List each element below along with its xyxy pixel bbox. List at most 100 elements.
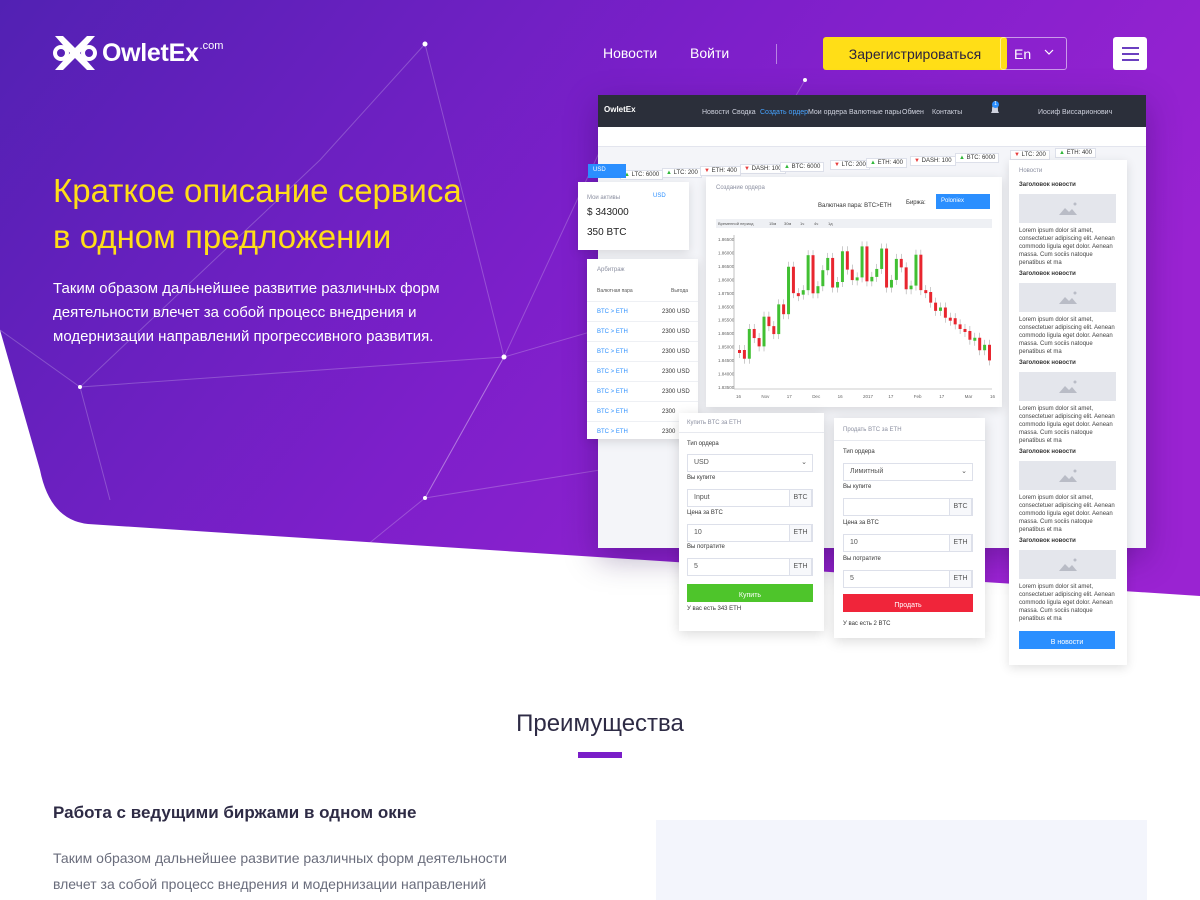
period-tab[interactable]: 1ч: [800, 221, 804, 226]
sell-spend-input[interactable]: 5 ETH: [843, 570, 973, 588]
candle: [889, 279, 893, 288]
mock-nav-item[interactable]: Контакты: [932, 109, 962, 116]
language-value: En: [1014, 46, 1032, 62]
arbitrage-row[interactable]: BTC > ETH 2300 USD: [587, 361, 698, 381]
ticker-item[interactable]: ▲ BTC: 6000: [780, 162, 825, 172]
sell-amount-input[interactable]: BTC: [843, 498, 973, 516]
mock-topbar: OwletEx Новости Сводка Создать ордер Мои…: [598, 95, 1146, 127]
mock-nav-item[interactable]: Мои ордера: [808, 109, 847, 116]
period-tab[interactable]: 4ч: [814, 221, 818, 226]
mock-nav-item[interactable]: Новости: [702, 109, 729, 116]
arrow-down-icon: ▼: [1014, 152, 1022, 158]
ticker-label: LTC: 200: [841, 162, 866, 168]
buy-spend-input[interactable]: 5 ETH: [687, 558, 813, 576]
news-text: Lorem ipsum dolor sit amet, consectetuer…: [1019, 406, 1115, 444]
register-button[interactable]: Зарегистрироваться: [823, 37, 1007, 70]
arrow-up-icon: ▲: [666, 170, 674, 176]
period-tabs: Временной период 15м 30м 1ч 4ч 1д: [716, 219, 992, 228]
landing-page: OwletEx .com Новости Войти Зарегистриров…: [0, 0, 1200, 900]
candle: [885, 248, 889, 288]
buy-price-unit: ETH: [789, 524, 812, 542]
arbitrage-title: Арбитраж: [597, 267, 625, 273]
x-tick-label: 2017: [863, 394, 874, 399]
sell-price-input[interactable]: 10 ETH: [843, 534, 973, 552]
menu-button[interactable]: [1113, 37, 1147, 70]
news-heading[interactable]: Заголовок новости: [1019, 360, 1076, 366]
ticker-item[interactable]: ▲ BTC: 6000: [955, 153, 1000, 163]
candle: [762, 316, 766, 347]
image-placeholder-icon: [1019, 283, 1116, 312]
ticker-label: DASH: 100: [921, 158, 952, 164]
news-heading[interactable]: Заголовок новости: [1019, 538, 1076, 544]
image-placeholder-icon: [1019, 194, 1116, 223]
sell-type-select[interactable]: Лимитный ⌄: [843, 463, 973, 481]
sell-amount-unit: BTC: [949, 498, 972, 516]
mock-nav-item[interactable]: Сводка: [732, 109, 756, 116]
arbitrage-row[interactable]: BTC > ETH 2300 USD: [587, 341, 698, 361]
news-heading[interactable]: Заголовок новости: [1019, 271, 1076, 277]
mock-user-name[interactable]: Иосиф Виссарионович: [1038, 109, 1112, 116]
candle: [919, 254, 923, 291]
news-text: Lorem ipsum dolor sit amet, consectetuer…: [1019, 584, 1115, 622]
x-tick-label: 16: [990, 394, 996, 399]
ticker-label: ETH: 400: [877, 160, 903, 166]
exchange-select[interactable]: Poloniex: [936, 194, 990, 209]
ticker-item[interactable]: ▼ DASH: 100: [740, 164, 786, 174]
buy-panel: Купить BTC за ETH Тип ордера USD ⌄ Вы куп…: [679, 413, 824, 631]
ticker-item[interactable]: ▼ LTC: 200: [830, 160, 870, 170]
buy-type-select[interactable]: USD ⌄: [687, 454, 813, 472]
site-logo[interactable]: OwletEx .com: [53, 32, 223, 74]
ticker-item[interactable]: ▼ DASH: 100: [910, 156, 956, 166]
candle: [777, 304, 781, 335]
arbitrage-row[interactable]: BTC > ETH 2300 USD: [587, 321, 698, 341]
candle: [963, 328, 967, 332]
ticker-item[interactable]: ▼ ETH: 400: [700, 166, 741, 176]
chevron-down-icon: ⌄: [801, 459, 807, 466]
nav-news-link[interactable]: Новости: [603, 45, 657, 61]
arbitrage-pair: BTC > ETH: [597, 369, 628, 375]
ticker-item[interactable]: ▲ ETH: 400: [1055, 148, 1096, 158]
language-select[interactable]: En: [1000, 37, 1067, 70]
sell-button[interactable]: Продать: [843, 594, 973, 612]
x-tick-label: Nov: [761, 394, 770, 399]
arbitrage-row[interactable]: BTC > ETH 2300 USD: [587, 301, 698, 321]
hamburger-icon-line: [1122, 59, 1139, 61]
assets-currency[interactable]: USD: [653, 193, 666, 199]
buy-amount-input[interactable]: Input BTC: [687, 489, 813, 507]
mock-nav-item-active[interactable]: Создать ордер: [760, 109, 808, 116]
mock-nav-item[interactable]: Валютные пары: [849, 109, 901, 116]
sell-price-label: Цена за BTC: [843, 520, 879, 526]
arbitrage-row[interactable]: BTC > ETH 2300 USD: [587, 381, 698, 401]
currency-select[interactable]: USD: [588, 164, 626, 178]
arbitrage-value: 2300 USD: [662, 329, 690, 335]
nav-login-link[interactable]: Войти: [690, 45, 729, 61]
buy-price-input[interactable]: 10 ETH: [687, 524, 813, 542]
period-tab[interactable]: 1д: [828, 221, 833, 226]
y-tick-label: 1.85500: [718, 318, 735, 323]
image-placeholder-icon: [1019, 550, 1116, 579]
buy-button[interactable]: Купить: [687, 584, 813, 602]
candle: [860, 246, 864, 278]
news-heading[interactable]: Заголовок новости: [1019, 449, 1076, 455]
order-title: Создание ордера: [716, 185, 765, 191]
candle: [787, 266, 791, 315]
y-tick-label: 1.83500: [718, 385, 735, 390]
candle: [968, 330, 972, 340]
sell-amount-label: Вы купите: [843, 484, 872, 490]
ticker-item[interactable]: ▲ LTC: 200: [662, 168, 702, 178]
mock-nav-item[interactable]: Обмен: [902, 109, 924, 116]
ticker-label: LTC: 200: [673, 170, 698, 176]
x-tick-label: 17: [888, 394, 894, 399]
news-heading[interactable]: Заголовок новости: [1019, 182, 1076, 188]
ticker-item[interactable]: ▲ ETH: 400: [866, 158, 907, 168]
arbitrage-value: 2300: [662, 409, 676, 415]
ticker-item[interactable]: ▼ LTC: 200: [1010, 150, 1050, 160]
news-text: Lorem ipsum dolor sit amet, consectetuer…: [1019, 495, 1115, 533]
period-tab[interactable]: 30м: [784, 221, 791, 226]
period-tab[interactable]: 15м: [769, 221, 776, 226]
all-news-button[interactable]: В новости: [1019, 631, 1115, 649]
arrow-down-icon: ▼: [704, 168, 712, 174]
x-tick-label: 16: [838, 394, 844, 399]
ticker-item[interactable]: ▲ LTC: 6000: [620, 170, 664, 180]
candlestick-chart: 1.86500 1.86000 1.86500 1.86000 1.87500 1.865…: [718, 235, 996, 399]
